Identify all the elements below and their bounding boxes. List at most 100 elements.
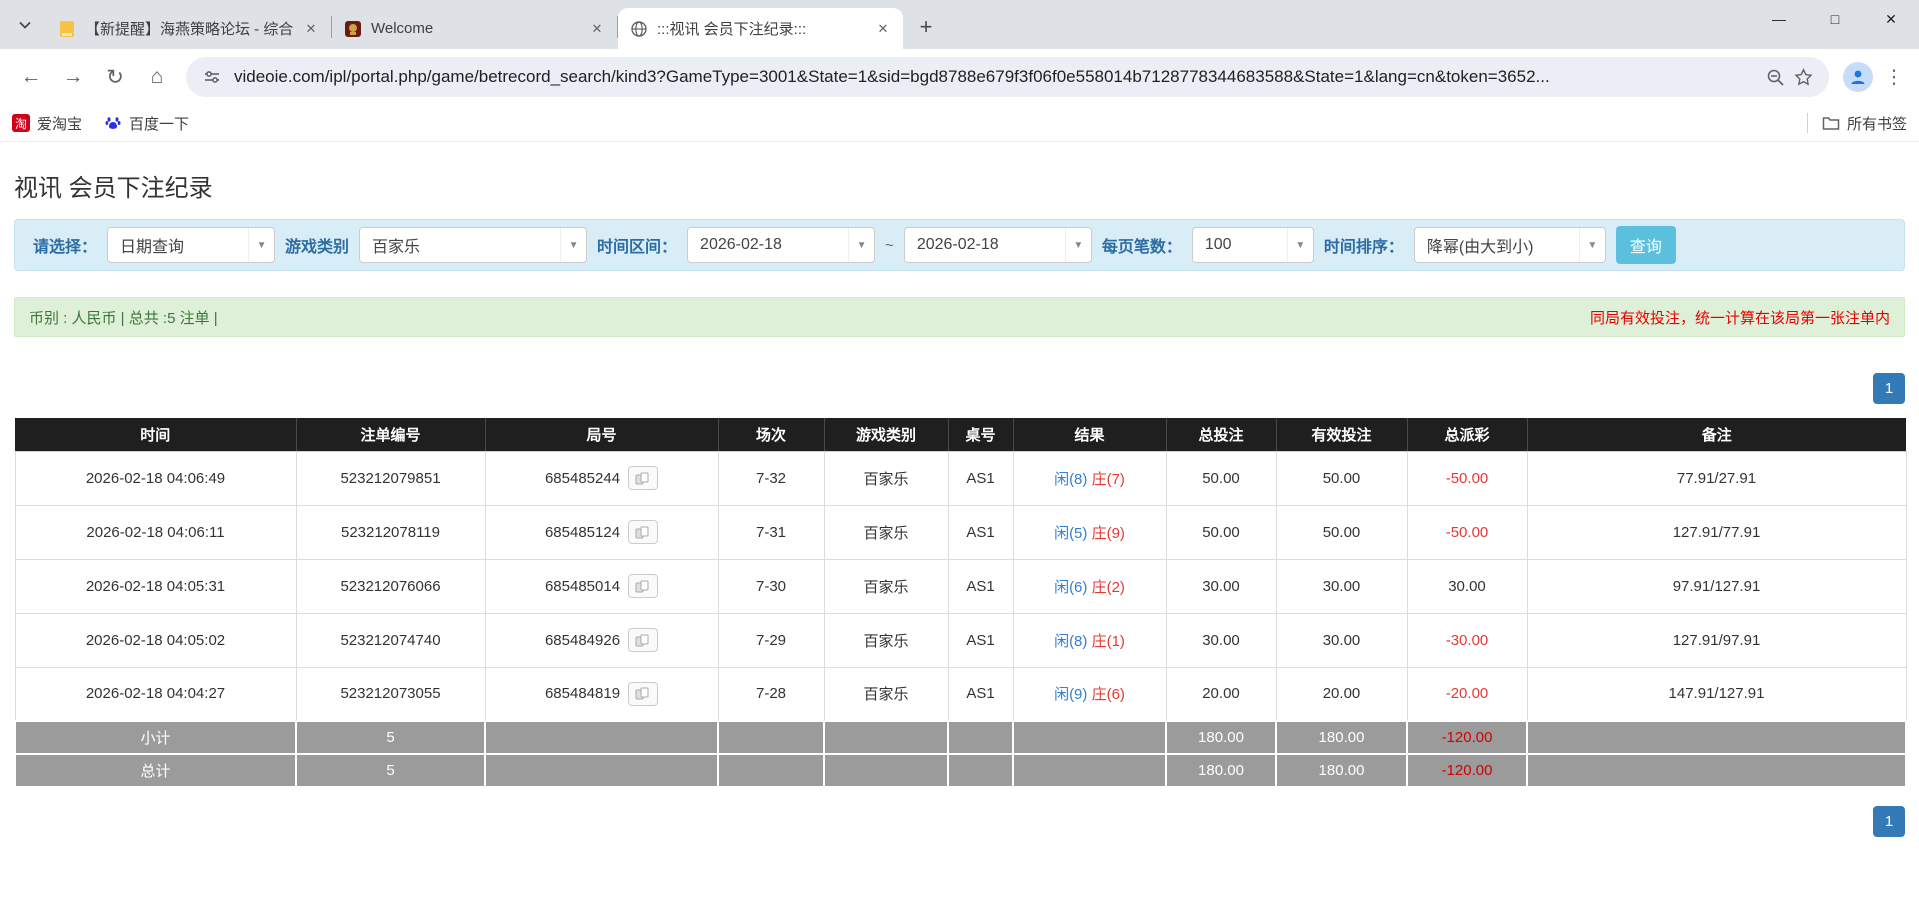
bookmarks-separator — [1807, 113, 1808, 133]
cell-total-bet[interactable]: 20.00 — [1166, 667, 1276, 721]
cell-total-bet[interactable]: 50.00 — [1166, 505, 1276, 559]
result-player: 闲(5) — [1054, 525, 1087, 542]
bookmark-baidu[interactable]: 百度一下 — [104, 113, 189, 134]
cell-remark: 147.91/127.91 — [1527, 667, 1906, 721]
view-cards-button[interactable] — [628, 628, 658, 652]
home-icon[interactable]: ⌂ — [139, 59, 175, 95]
round-no: 685484926 — [545, 632, 620, 649]
total-valid-bet: 180.00 — [1276, 754, 1407, 787]
cards-icon — [635, 634, 651, 647]
url-text[interactable]: videoie.com/ipl/portal.php/game/betrecor… — [234, 67, 1761, 87]
cell-result: 闲(6) 庄(2) — [1013, 559, 1166, 613]
result-banker: 庄(9) — [1092, 525, 1125, 542]
table-row: 2026-02-18 04:04:27 523212073055 6854848… — [15, 667, 1906, 721]
date-from-select[interactable]: 2026-02-18 ▼ — [687, 227, 875, 263]
tab-close-icon[interactable]: ✕ — [873, 19, 893, 39]
col-remark: 备注 — [1527, 418, 1906, 451]
cell-total-bet[interactable]: 30.00 — [1166, 559, 1276, 613]
minimize-button[interactable]: — — [1751, 0, 1807, 38]
date-to-select[interactable]: 2026-02-18 ▼ — [904, 227, 1092, 263]
window-controls: — □ ✕ — [1751, 0, 1919, 38]
bookmark-aitaobao[interactable]: 淘 爱淘宝 — [12, 113, 82, 134]
tab-title: :::视讯 会员下注纪录::: — [657, 18, 867, 39]
result-banker: 庄(7) — [1092, 471, 1125, 488]
back-icon[interactable]: ← — [13, 59, 49, 95]
tab-bet-record[interactable]: :::视讯 会员下注纪录::: ✕ — [618, 8, 903, 49]
tab-strip: 【新提醒】海燕策略论坛 - 综合 ✕ Welcome ✕ :::视讯 会员下注纪… — [0, 0, 1919, 49]
view-cards-button[interactable] — [628, 466, 658, 490]
table-row: 2026-02-18 04:06:49 523212079851 6854852… — [15, 451, 1906, 505]
bookmark-label: 爱淘宝 — [37, 113, 82, 134]
col-table-no: 桌号 — [948, 418, 1013, 451]
subtotal-valid-bet: 180.00 — [1276, 721, 1407, 754]
tab-forum[interactable]: 【新提醒】海燕策略论坛 - 综合 ✕ — [46, 8, 331, 49]
cell-total-bet[interactable]: 50.00 — [1166, 451, 1276, 505]
round-no: 685485244 — [545, 470, 620, 487]
date-from-value: 2026-02-18 — [688, 236, 848, 254]
sort-select[interactable]: 降幂(由大到小) ▼ — [1414, 227, 1606, 263]
profile-avatar[interactable] — [1843, 62, 1873, 92]
total-label: 总计 — [15, 754, 296, 787]
folder-icon — [1822, 115, 1840, 131]
bookmark-star-icon[interactable] — [1789, 63, 1817, 91]
cell-payout: -50.00 — [1407, 505, 1527, 559]
tab-welcome[interactable]: Welcome ✕ — [332, 8, 617, 49]
tab-close-icon[interactable]: ✕ — [301, 19, 321, 39]
browser-menu-icon[interactable]: ⋮ — [1879, 62, 1909, 92]
cell-time: 2026-02-18 04:05:02 — [15, 613, 296, 667]
cell-total-bet[interactable]: 30.00 — [1166, 613, 1276, 667]
total-total-bet: 180.00 — [1166, 754, 1276, 787]
view-cards-button[interactable] — [628, 682, 658, 706]
all-bookmarks-label: 所有书签 — [1847, 113, 1907, 134]
cell-bet-no: 523212074740 — [296, 613, 485, 667]
site-info-icon[interactable] — [198, 63, 226, 91]
cell-bet-no: 523212073055 — [296, 667, 485, 721]
cell-table-no: AS1 — [948, 559, 1013, 613]
bet-records-table: 时间 注单编号 局号 场次 游戏类别 桌号 结果 总投注 有效投注 总派彩 备注… — [14, 418, 1907, 788]
close-button[interactable]: ✕ — [1863, 0, 1919, 38]
cards-icon — [635, 580, 651, 593]
cell-result: 闲(9) 庄(6) — [1013, 667, 1166, 721]
query-button[interactable]: 查询 — [1616, 226, 1676, 264]
address-bar[interactable]: videoie.com/ipl/portal.php/game/betrecor… — [186, 57, 1829, 97]
tab-close-icon[interactable]: ✕ — [587, 19, 607, 39]
game-type-select[interactable]: 百家乐 ▼ — [359, 227, 587, 263]
chevron-down-icon: ▼ — [560, 228, 586, 262]
new-tab-button[interactable]: + — [911, 12, 941, 42]
tab-search-button[interactable] — [8, 8, 42, 42]
round-no: 685485014 — [545, 578, 620, 595]
cards-icon — [635, 472, 651, 485]
page-size-select[interactable]: 100 ▼ — [1192, 227, 1314, 263]
page-1-button[interactable]: 1 — [1873, 806, 1905, 837]
cell-payout: 30.00 — [1407, 559, 1527, 613]
cell-valid-bet: 30.00 — [1276, 613, 1407, 667]
maximize-button[interactable]: □ — [1807, 0, 1863, 38]
reload-icon[interactable]: ↻ — [97, 59, 133, 95]
sort-value: 降幂(由大到小) — [1415, 233, 1579, 257]
subtotal-row: 小计 5 180.00 180.00 -120.00 — [15, 721, 1906, 754]
cell-result: 闲(8) 庄(1) — [1013, 613, 1166, 667]
page-1-button[interactable]: 1 — [1873, 373, 1905, 404]
sort-label: 时间排序： — [1324, 233, 1404, 257]
result-player: 闲(8) — [1054, 633, 1087, 650]
select-label: 请选择： — [33, 233, 97, 257]
date-range-tilde: ~ — [885, 237, 894, 254]
result-banker: 庄(1) — [1092, 633, 1125, 650]
cell-round-no: 685484819 — [485, 667, 718, 721]
cell-table-no: AS1 — [948, 505, 1013, 559]
cell-time: 2026-02-18 04:04:27 — [15, 667, 296, 721]
view-cards-button[interactable] — [628, 520, 658, 544]
zoom-icon[interactable] — [1761, 63, 1789, 91]
result-player: 闲(9) — [1054, 686, 1087, 703]
query-type-select[interactable]: 日期查询 ▼ — [107, 227, 275, 263]
col-valid-bet: 有效投注 — [1276, 418, 1407, 451]
cell-session: 7-32 — [718, 451, 824, 505]
baidu-paw-icon — [104, 114, 122, 132]
table-row: 2026-02-18 04:05:02 523212074740 6854849… — [15, 613, 1906, 667]
col-time: 时间 — [15, 418, 296, 451]
page-content: 视讯 会员下注纪录 请选择： 日期查询 ▼ 游戏类别 百家乐 ▼ 时间区间： 2… — [0, 168, 1919, 837]
forward-icon[interactable]: → — [55, 59, 91, 95]
view-cards-button[interactable] — [628, 574, 658, 598]
cell-result: 闲(8) 庄(7) — [1013, 451, 1166, 505]
all-bookmarks-button[interactable]: 所有书签 — [1822, 113, 1907, 134]
